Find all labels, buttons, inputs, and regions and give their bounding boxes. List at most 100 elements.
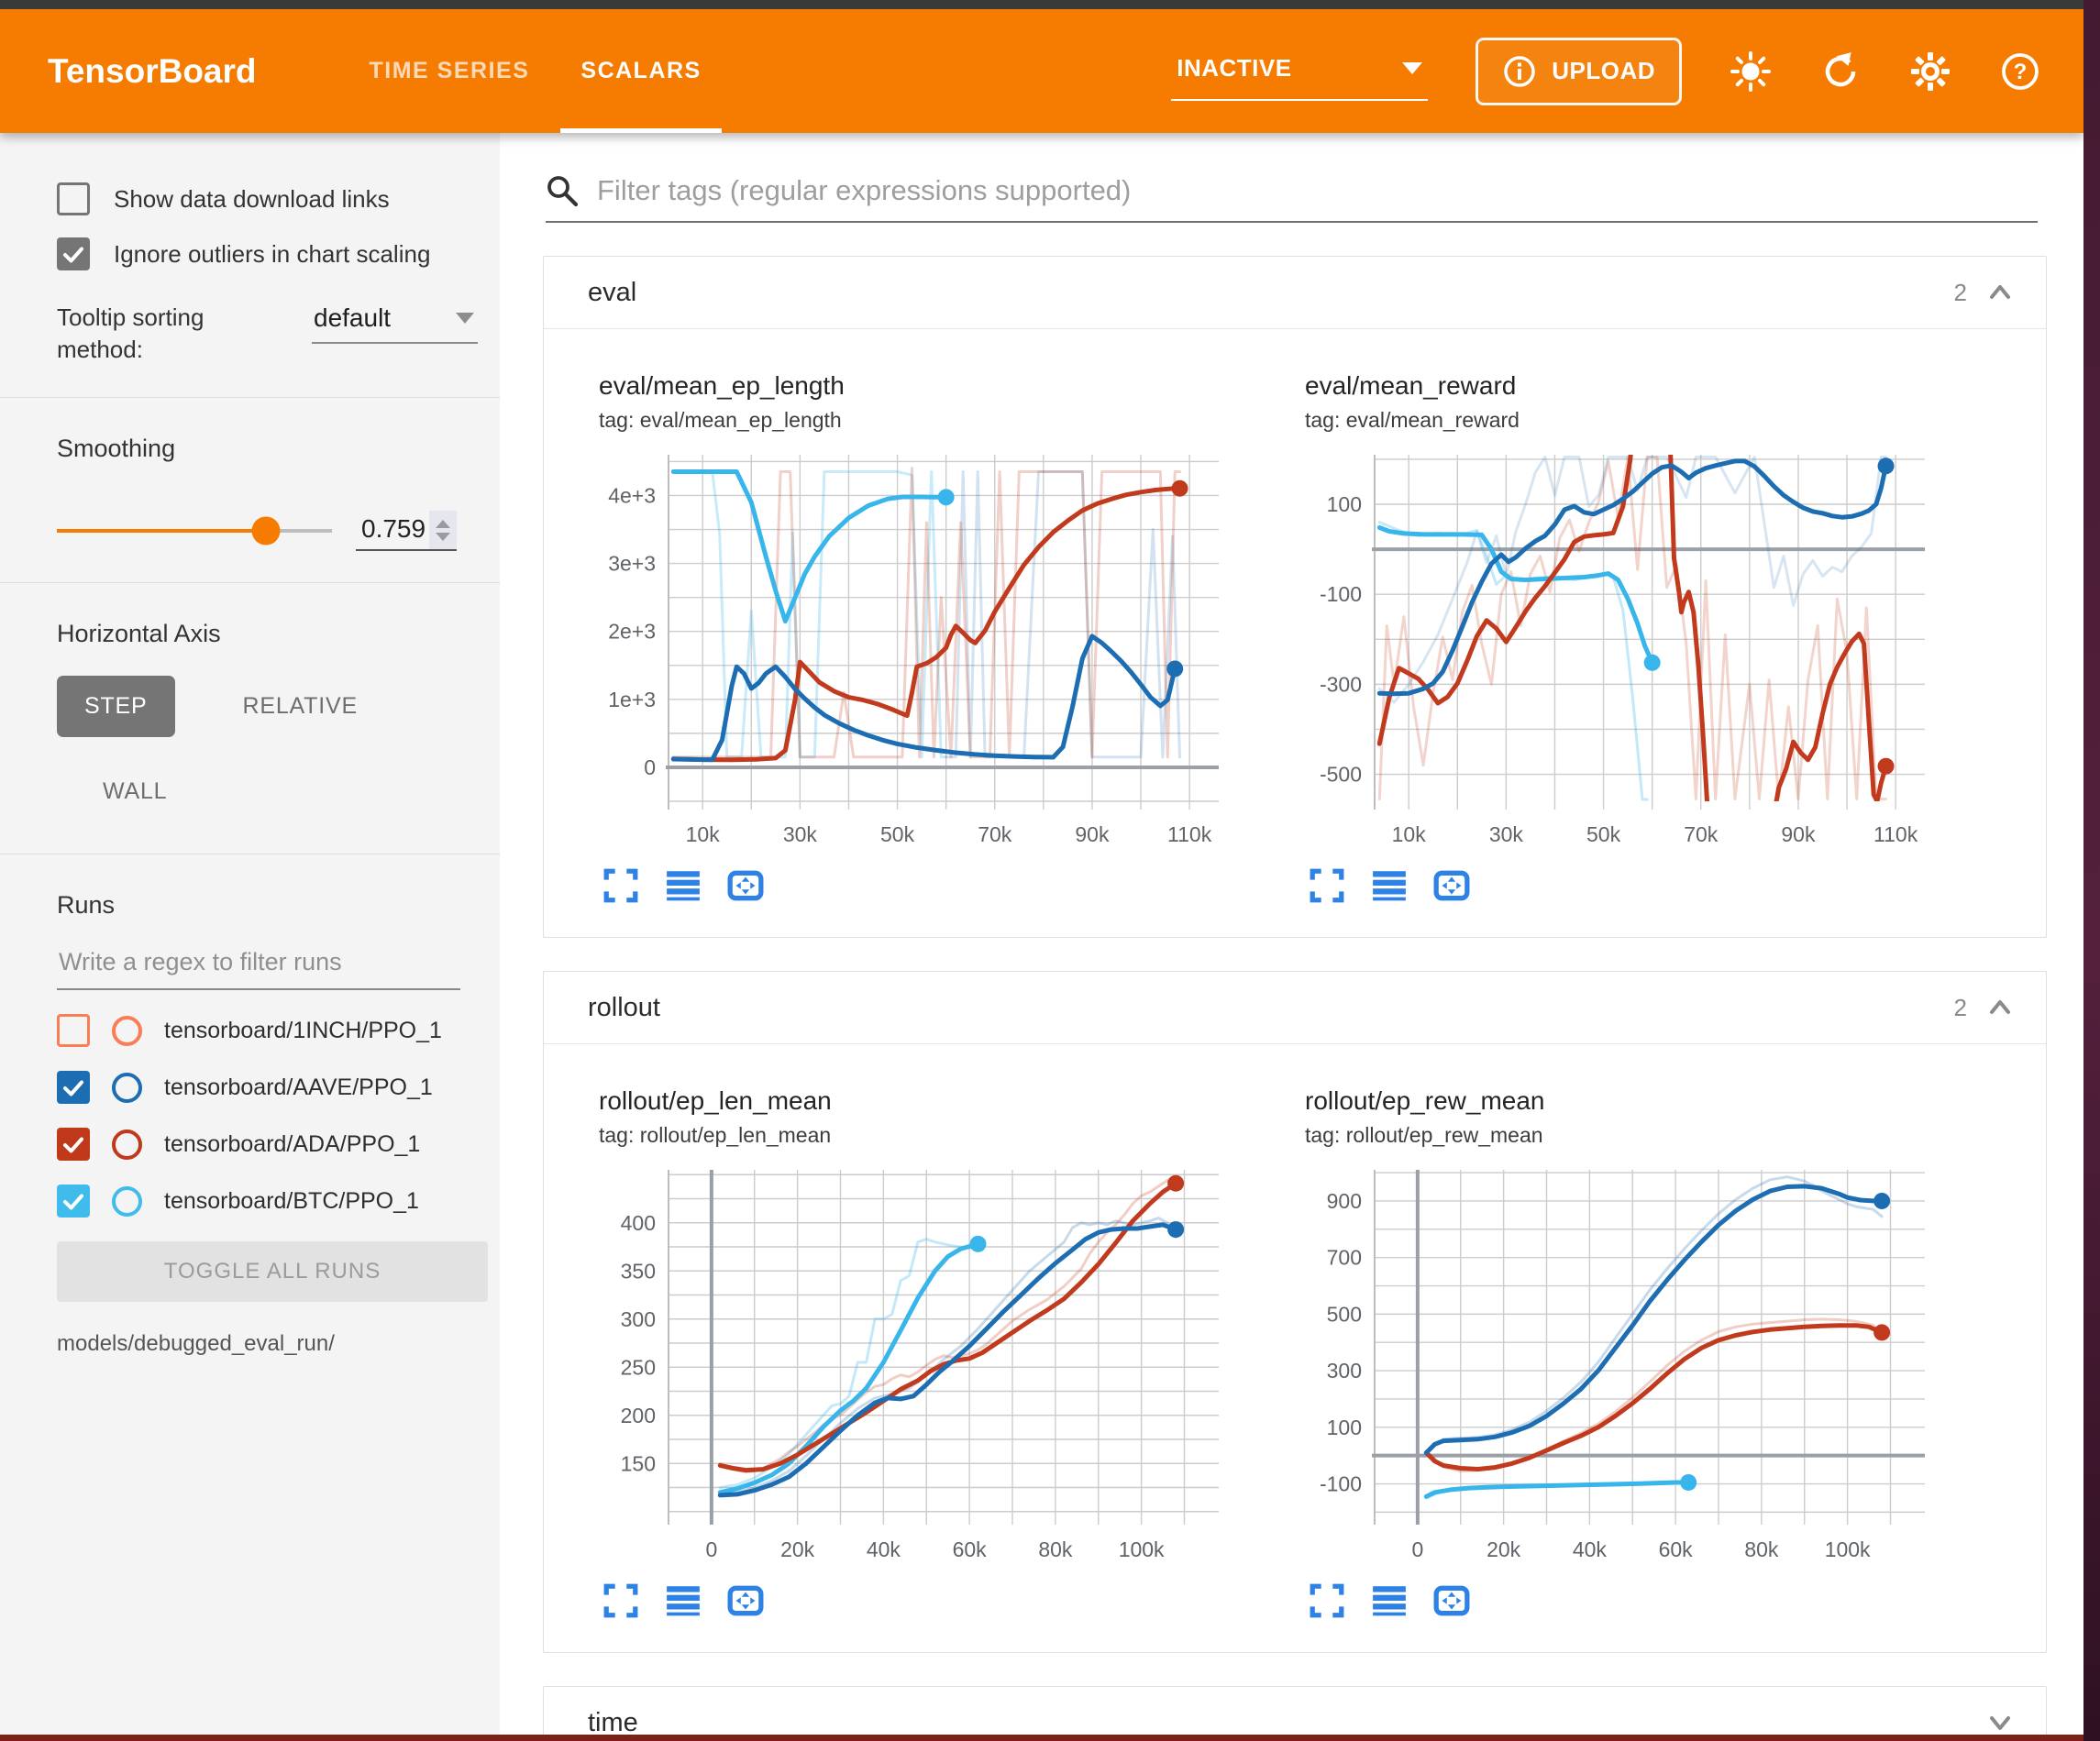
smoothing-slider-knob[interactable] [252,517,281,545]
series-end-dot[interactable] [1680,1474,1697,1491]
fit-domain-icon[interactable] [1433,1582,1470,1619]
svg-text:0: 0 [1411,1537,1423,1561]
series-end-dot[interactable] [970,1236,987,1252]
chart-tag: tag: rollout/ep_len_mean [599,1123,1263,1148]
stepper-down-icon[interactable] [436,533,450,541]
fullscreen-icon[interactable] [1309,867,1345,904]
axis-relative-button[interactable]: RELATIVE [216,676,385,737]
run-row[interactable]: tensorboard/BTC/PPO_1 [57,1185,481,1218]
data-table-icon[interactable] [665,867,702,904]
run-color-ring[interactable] [112,1073,142,1103]
runs-filter-input[interactable] [57,947,464,977]
ignore-outliers-label: Ignore outliers in chart scaling [114,240,430,269]
chart-plot[interactable]: 020k40k60k80k100k-100100300500700900 [1290,1157,1932,1571]
data-table-icon[interactable] [665,1582,702,1619]
run-checkbox[interactable] [57,1014,90,1047]
dashboard-main: eval 2 eval/mean_ep_lengthtag: eval/mean… [500,133,2083,1735]
svg-text:30k: 30k [1489,822,1524,846]
series-end-dot[interactable] [1878,758,1895,775]
tab-scalars[interactable]: SCALARS [555,9,726,133]
data-table-icon[interactable] [1371,1582,1408,1619]
series-tensorboard-btc-ppo-1-raw- [1379,523,1647,799]
tab-time-series[interactable]: TIME SERIES [344,9,556,133]
smoothing-stepper[interactable] [429,511,457,549]
section-count: 2 [1954,994,1967,1022]
smoothing-controls: 0.759 [57,511,481,551]
series-end-dot[interactable] [1644,655,1661,671]
run-checkbox[interactable] [57,1185,90,1218]
stepper-up-icon[interactable] [436,520,450,528]
section-header-time[interactable]: time [544,1687,2046,1735]
axis-wall-button[interactable]: WALL [75,761,194,822]
run-color-ring[interactable] [112,1129,142,1160]
series-end-dot[interactable] [1166,660,1183,677]
toggle-all-runs-button[interactable]: TOGGLE ALL RUNS [57,1241,488,1302]
run-status-dropdown[interactable]: INACTIVE [1171,41,1428,101]
run-color-ring[interactable] [112,1186,142,1217]
show-download-links-row[interactable]: Show data download links [57,182,481,215]
fit-domain-icon[interactable] [727,867,764,904]
svg-text:40k: 40k [1573,1537,1608,1561]
svg-text:80k: 80k [1744,1537,1779,1561]
series-tensorboard-ada-ppo-1-smoothed- [1426,1326,1882,1470]
series-end-dot[interactable] [1873,1193,1890,1209]
svg-text:70k: 70k [978,822,1012,846]
runs-section: Runs tensorboard/1INCH/PPO_1tensorboard/… [0,854,500,1388]
run-row[interactable]: tensorboard/1INCH/PPO_1 [57,1014,481,1047]
ignore-outliers-checkbox[interactable] [57,237,90,270]
axis-toggle-group: STEP RELATIVE [57,676,481,737]
runs-list: tensorboard/1INCH/PPO_1 tensorboard/AAVE/… [57,1014,481,1218]
series-end-dot[interactable] [1167,1175,1184,1192]
section-header-rollout[interactable]: rollout 2 [544,972,2046,1043]
tag-filter-input[interactable] [595,173,2038,208]
show-download-links-checkbox[interactable] [57,182,90,215]
series-end-dot[interactable] [1873,1324,1890,1340]
chart-plot[interactable]: 10k30k50k70k90k110k01e+32e+33e+34e+3 [584,442,1226,856]
run-checkbox[interactable] [57,1071,90,1104]
rollout-charts-row: rollout/ep_len_meantag: rollout/ep_len_m… [544,1043,2046,1652]
series-end-dot[interactable] [1172,480,1188,497]
chevron-up-icon[interactable] [1985,278,2015,307]
fit-domain-icon[interactable] [1433,867,1470,904]
series-end-dot[interactable] [1878,457,1895,474]
section-card-time: time [543,1686,2047,1735]
chart-plot[interactable]: 10k30k50k70k90k110k100-100-300-500 [1290,442,1932,856]
fullscreen-icon[interactable] [602,1582,639,1619]
section-badge-rollout: 2 [1954,993,2015,1022]
smoothing-slider[interactable] [57,529,332,533]
fit-domain-icon[interactable] [727,1582,764,1619]
ignore-outliers-row[interactable]: Ignore outliers in chart scaling [57,237,481,270]
data-table-icon[interactable] [1371,867,1408,904]
smoothing-section: Smoothing 0.759 [0,398,500,583]
svg-text:400: 400 [621,1211,656,1235]
run-status-label: INACTIVE [1177,54,1291,83]
fullscreen-icon[interactable] [1309,1582,1345,1619]
series-end-dot[interactable] [938,489,955,505]
chevron-down-icon[interactable] [1985,1708,2015,1735]
chevron-up-icon[interactable] [1985,993,2015,1022]
run-checkbox[interactable] [57,1128,90,1161]
check-icon [60,1187,87,1215]
search-icon [546,174,579,207]
section-badge-time [1985,1708,2015,1735]
smoothing-value-input[interactable]: 0.759 [356,511,457,551]
fullscreen-icon[interactable] [602,867,639,904]
run-row[interactable]: tensorboard/AAVE/PPO_1 [57,1071,481,1104]
series-tensorboard-ada-ppo-1-raw- [720,1176,1176,1471]
tooltip-sorting-select[interactable]: default [312,302,478,344]
series-end-dot[interactable] [1167,1221,1184,1238]
run-color-ring[interactable] [112,1016,142,1046]
settings-gear-icon[interactable] [1909,50,1951,93]
svg-text:?: ? [2014,60,2028,84]
run-row[interactable]: tensorboard/ADA/PPO_1 [57,1128,481,1161]
section-title-eval: eval [588,278,636,308]
section-title-time: time [588,1708,638,1735]
section-header-eval[interactable]: eval 2 [544,257,2046,328]
brightness-icon[interactable] [1730,50,1772,93]
chart-plot[interactable]: 020k40k60k80k100k150200250300350400 [584,1157,1226,1571]
refresh-icon[interactable] [1819,50,1862,93]
axis-step-button[interactable]: STEP [57,676,175,737]
help-icon[interactable]: ? [1999,50,2041,93]
svg-text:4e+3: 4e+3 [608,483,656,507]
upload-button[interactable]: UPLOAD [1476,38,1682,105]
